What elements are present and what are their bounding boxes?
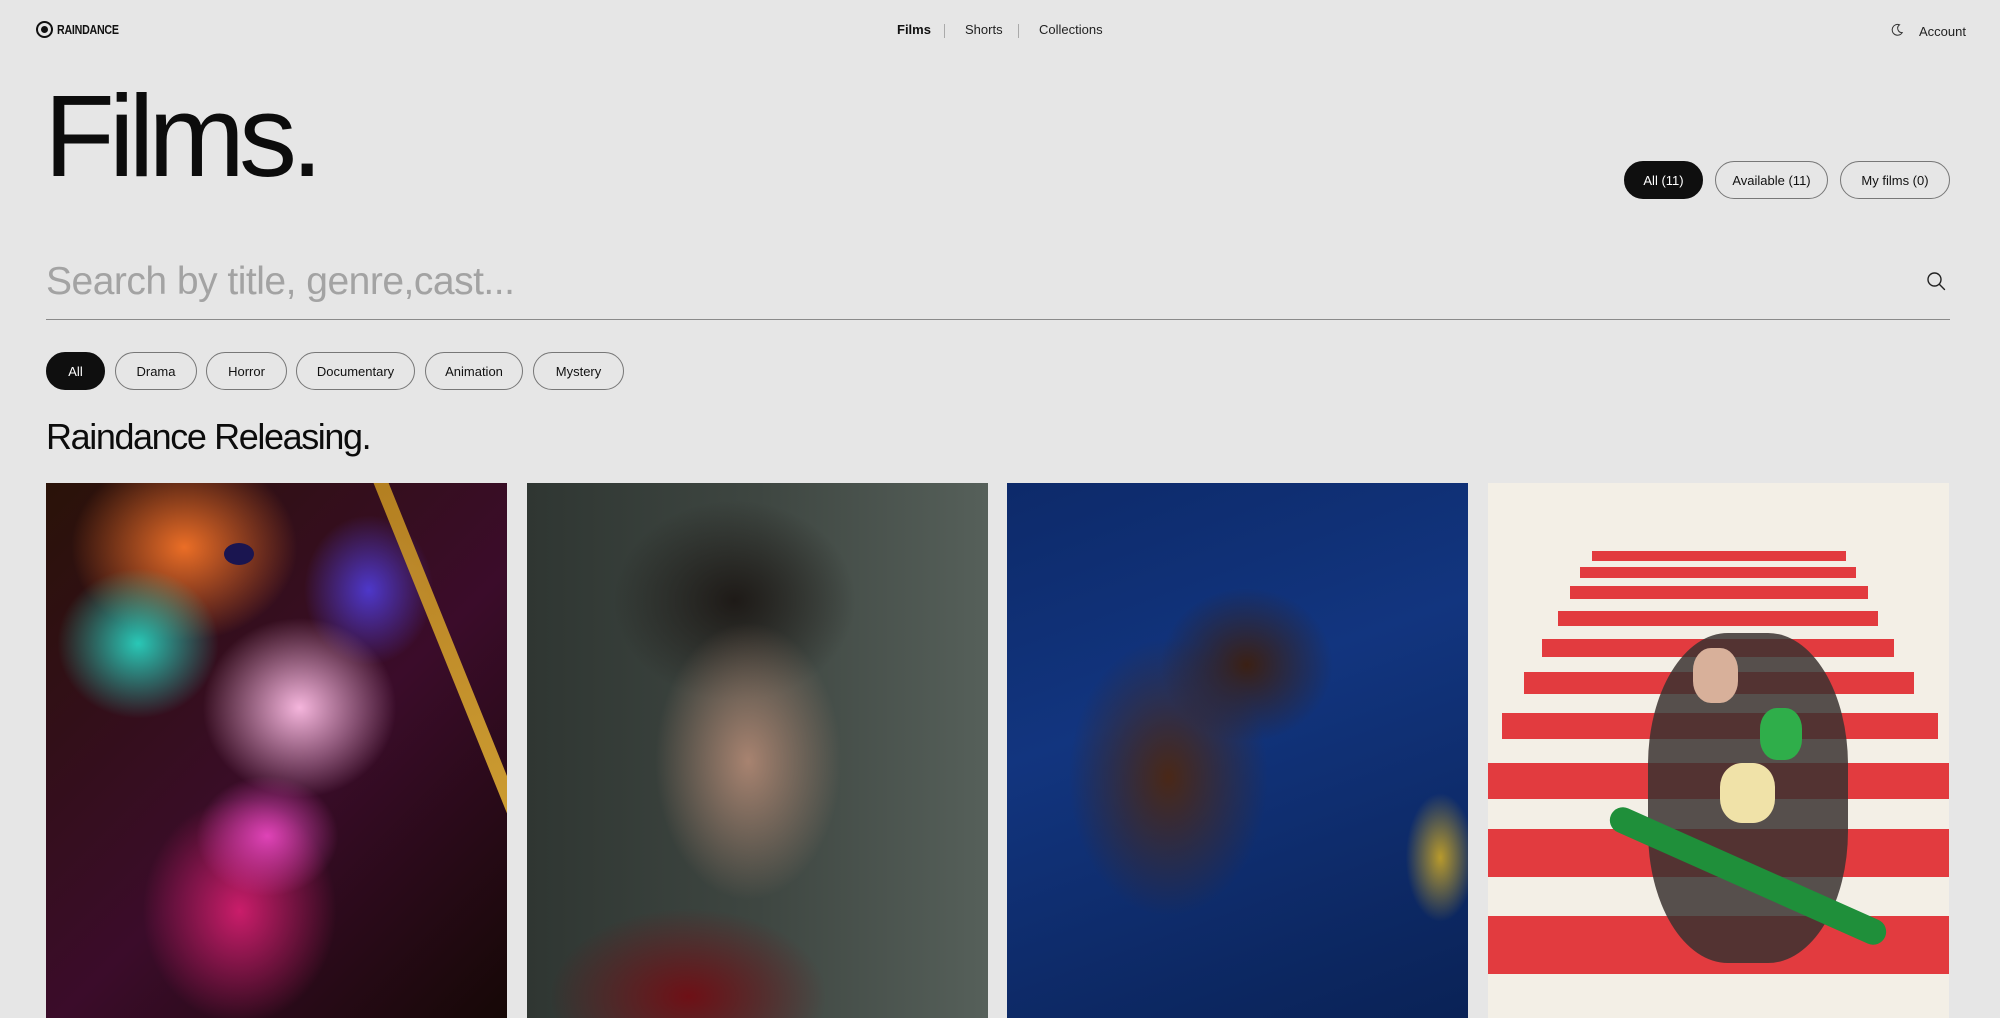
- film-card[interactable]: [527, 483, 988, 1018]
- nav-collections[interactable]: Collections: [1039, 22, 1103, 37]
- nav-films[interactable]: Films: [897, 22, 931, 37]
- poster-stripe: [1592, 551, 1846, 561]
- poster-stripe: [1570, 586, 1868, 599]
- poster-stripe: [1558, 611, 1878, 626]
- nav-divider: [1018, 24, 1019, 38]
- search-input[interactable]: [46, 252, 1926, 312]
- poster-detail: [224, 543, 254, 565]
- moon-icon[interactable]: [1890, 23, 1904, 37]
- film-card[interactable]: [1007, 483, 1468, 1018]
- nav-divider: [944, 24, 945, 38]
- genre-chip-all[interactable]: All: [46, 352, 105, 390]
- page-title: Films.: [44, 71, 323, 201]
- poster-figure: [1760, 708, 1802, 760]
- poster-figure: [1720, 763, 1775, 823]
- genre-chip-horror[interactable]: Horror: [206, 352, 287, 390]
- filter-all[interactable]: All (11): [1624, 161, 1703, 199]
- poster-figure: [1693, 648, 1738, 703]
- genre-chip-drama[interactable]: Drama: [115, 352, 197, 390]
- main-nav: Films Shorts Collections: [0, 22, 2000, 42]
- filter-available[interactable]: Available (11): [1715, 161, 1828, 199]
- poster-detail: [366, 483, 507, 1018]
- nav-shorts[interactable]: Shorts: [965, 22, 1003, 37]
- film-card[interactable]: [46, 483, 507, 1018]
- search-icon[interactable]: [1926, 271, 1946, 291]
- poster-stripe: [1580, 567, 1856, 578]
- section-title: Raindance Releasing.: [46, 416, 372, 457]
- genre-chip-animation[interactable]: Animation: [425, 352, 523, 390]
- top-header: RAINDANCE Films Shorts Collections Accou…: [0, 0, 2000, 62]
- filter-my-films[interactable]: My films (0): [1840, 161, 1950, 199]
- film-card[interactable]: [1488, 483, 1949, 1018]
- account-link[interactable]: Account: [1919, 24, 1966, 39]
- genre-chip-documentary[interactable]: Documentary: [296, 352, 415, 390]
- genre-chip-mystery[interactable]: Mystery: [533, 352, 624, 390]
- search-underline: [46, 319, 1950, 320]
